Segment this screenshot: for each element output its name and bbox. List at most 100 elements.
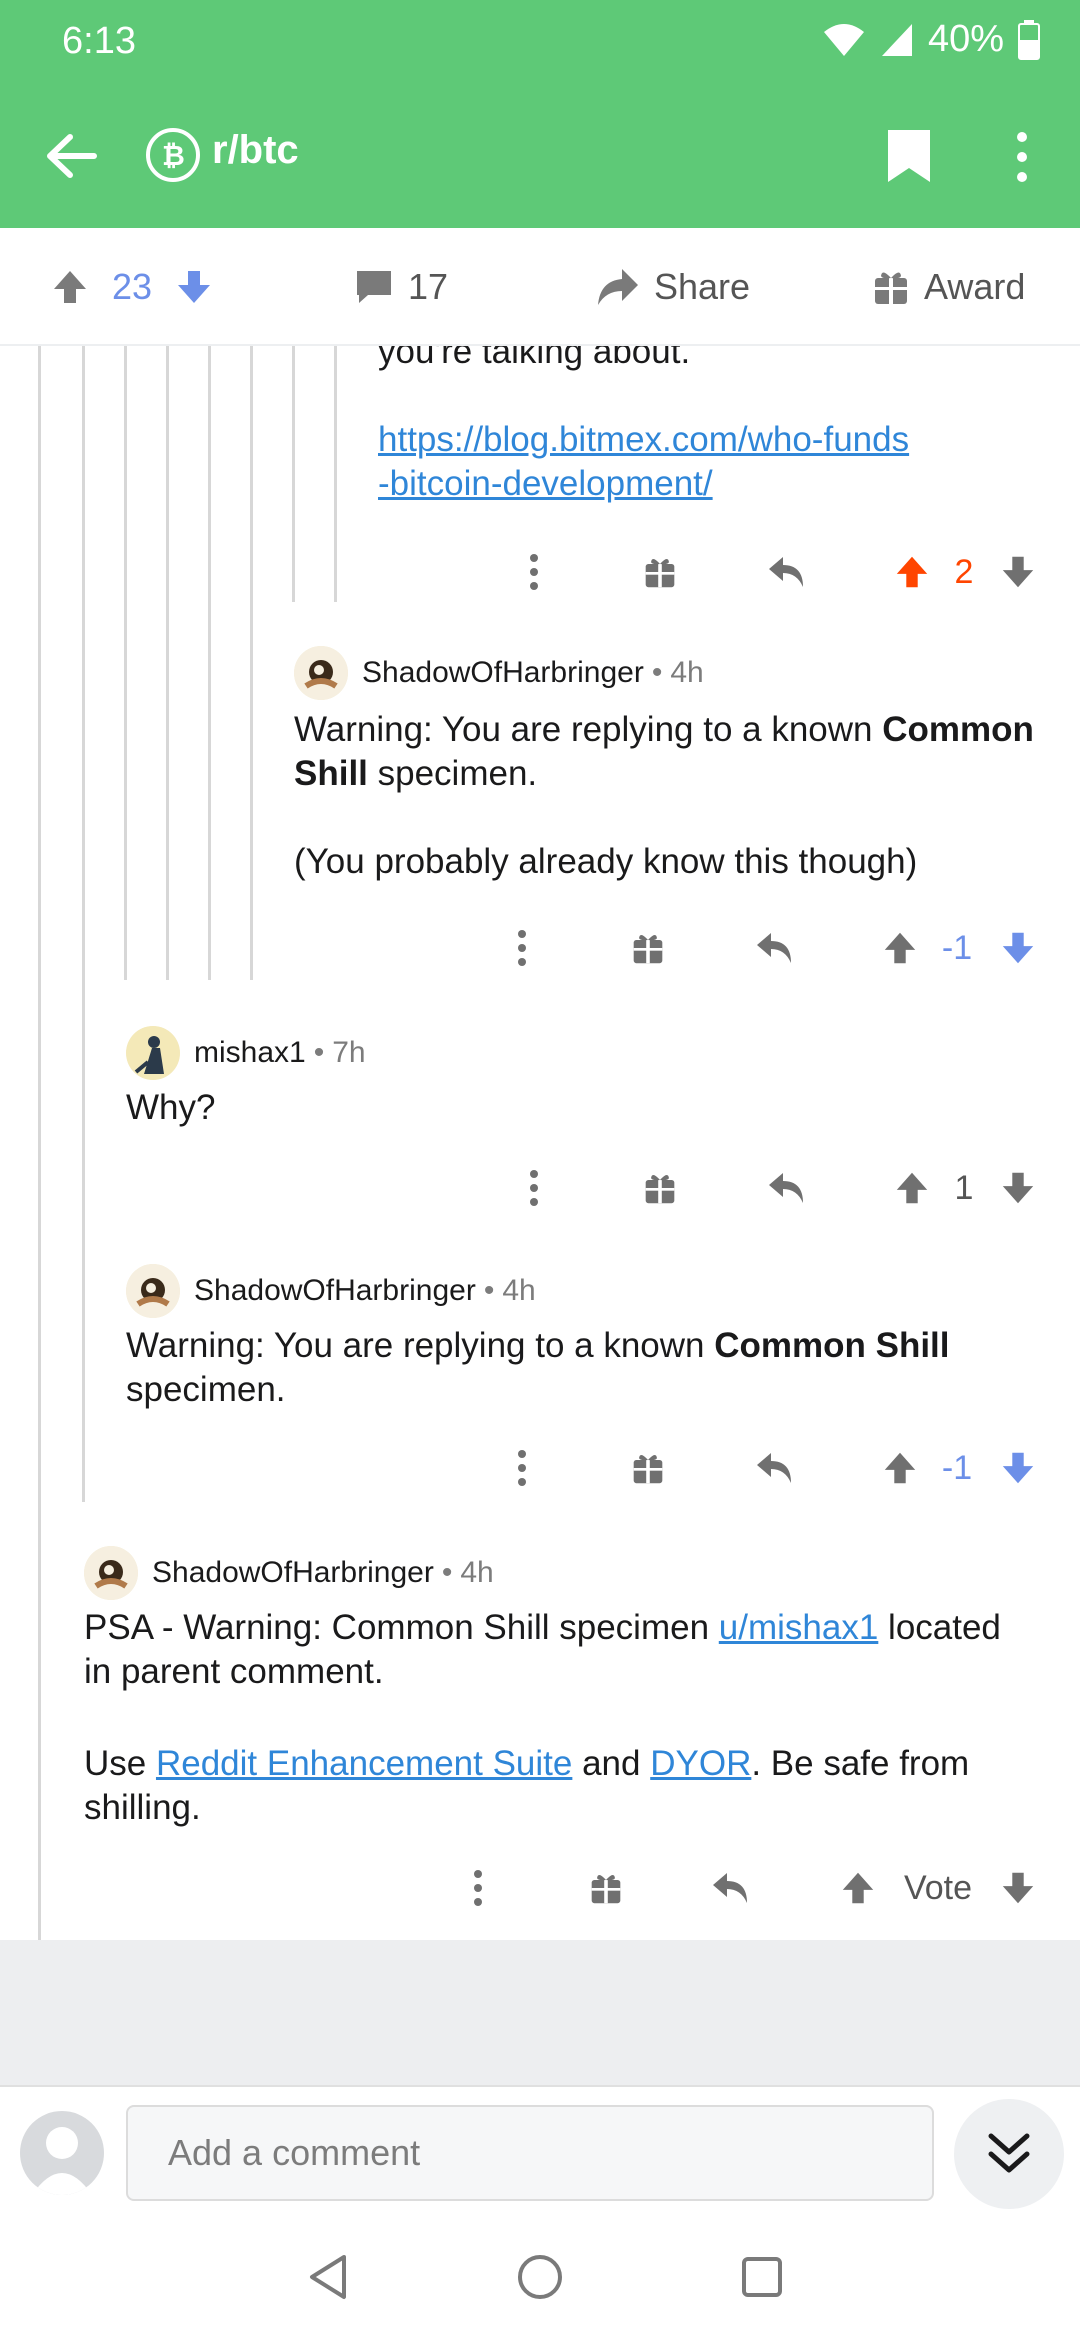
back-button[interactable] — [40, 124, 104, 188]
bookmark-icon — [888, 130, 930, 182]
thread-end-spacer — [0, 1940, 1080, 2085]
dyor-link[interactable]: DYOR — [650, 1744, 751, 1783]
comment-score: 1 — [954, 1168, 974, 1207]
comment-author[interactable]: mishax1 — [194, 1036, 306, 1070]
share-label: Share — [654, 266, 751, 307]
give-award-button[interactable] — [640, 1158, 680, 1218]
thread-line — [250, 346, 253, 980]
link-line: https://blog.bitmex.com/who-funds — [378, 420, 910, 459]
comment-text-part: . Be safe from — [751, 1744, 970, 1783]
comment-text-part: specimen. — [367, 754, 538, 793]
downvote-icon — [1002, 1452, 1034, 1484]
downvote-button[interactable] — [996, 1158, 1040, 1218]
avatar[interactable] — [84, 1546, 138, 1600]
gift-icon — [645, 558, 675, 588]
triangle-back-icon — [310, 2255, 346, 2299]
nav-recents-button[interactable] — [730, 2245, 794, 2309]
thread-line — [124, 346, 127, 980]
comment-input[interactable]: Add a comment — [126, 2105, 934, 2201]
comment-author[interactable]: ShadowOfHarbringer — [362, 656, 644, 690]
more-options-button[interactable] — [502, 1438, 542, 1498]
award-button[interactable]: Award — [872, 228, 1025, 346]
more-options-button[interactable] — [1000, 122, 1044, 192]
meta-separator: • — [441, 1556, 453, 1589]
reply-icon — [757, 933, 791, 963]
avatar-image — [126, 1264, 180, 1318]
comment-thread[interactable]: you're talking about. https://blog.bitme… — [0, 346, 1080, 1940]
downvote-icon[interactable] — [174, 267, 214, 307]
res-link[interactable]: Reddit Enhancement Suite — [156, 1744, 572, 1783]
more-options-button[interactable] — [502, 918, 542, 978]
reply-button[interactable] — [764, 542, 810, 602]
next-comment-button[interactable] — [954, 2099, 1064, 2209]
battery-percent: 40% — [927, 18, 1004, 60]
downvote-button[interactable] — [996, 1858, 1040, 1918]
reply-button[interactable] — [752, 918, 798, 978]
avatar[interactable] — [126, 1264, 180, 1318]
bookmark-button[interactable] — [880, 122, 940, 192]
subreddit-icon[interactable]: ₿ — [146, 128, 200, 182]
post-score: 23 — [112, 266, 153, 307]
avatar[interactable] — [126, 1026, 180, 1080]
comment-text-part: Warning: You are replying to a known — [294, 710, 883, 749]
comment-age: 4h — [460, 1556, 494, 1589]
status-time: 6:13 — [62, 20, 136, 62]
comment-link[interactable]: https://blog.bitmex.com/who-funds -bitco… — [378, 418, 1058, 506]
reply-button[interactable] — [708, 1858, 754, 1918]
downvote-icon — [1002, 556, 1034, 588]
share-button[interactable]: Share — [596, 228, 750, 346]
upvote-icon — [896, 556, 928, 588]
give-award-button[interactable] — [586, 1858, 626, 1918]
upvote-button[interactable] — [878, 1438, 922, 1498]
downvote-icon — [1002, 932, 1034, 964]
more-options-button[interactable] — [514, 1158, 554, 1218]
upvote-icon — [896, 1172, 928, 1204]
comment-author[interactable]: ShadowOfHarbringer — [152, 1556, 434, 1590]
upvote-icon — [842, 1872, 874, 1904]
post-comments-button[interactable]: 17 — [354, 228, 448, 346]
more-options-button[interactable] — [458, 1858, 498, 1918]
downvote-button[interactable] — [996, 1438, 1040, 1498]
comment-age: 4h — [670, 656, 704, 689]
comment-age: 7h — [332, 1036, 366, 1069]
comment-body: Why? — [126, 1086, 1026, 1130]
comment-author[interactable]: ShadowOfHarbringer — [194, 1274, 476, 1308]
comment-actions: -1 — [0, 1438, 1080, 1498]
reply-icon — [769, 1173, 803, 1203]
square-recents-icon — [742, 2257, 782, 2297]
post-action-bar: 23 17 Share Award — [0, 228, 1080, 346]
give-award-button[interactable] — [640, 542, 680, 602]
upvote-button[interactable] — [836, 1858, 880, 1918]
comment-header: ShadowOfHarbringer • 4h — [126, 1264, 536, 1318]
reply-button[interactable] — [752, 1438, 798, 1498]
downvote-icon — [1002, 1172, 1034, 1204]
comment-text: Warning: You are replying to a known Com… — [294, 708, 1074, 796]
upvote-button[interactable] — [890, 542, 934, 602]
upvote-button[interactable] — [878, 918, 922, 978]
avatar[interactable] — [294, 646, 348, 700]
upvote-icon[interactable] — [50, 267, 90, 307]
upvote-button[interactable] — [890, 1158, 934, 1218]
double-chevron-down-icon — [988, 2133, 1030, 2173]
comment-actions: -1 — [0, 918, 1080, 978]
status-icons: 40% — [822, 18, 1040, 61]
comment-text: (You probably already know this though) — [294, 842, 918, 881]
comment-text-part: located — [878, 1608, 1001, 1647]
user-avatar[interactable] — [20, 2111, 104, 2195]
subreddit-title[interactable]: r/btc — [212, 128, 299, 173]
meta-separator: • — [651, 656, 663, 689]
reply-icon — [769, 557, 803, 587]
nav-back-button[interactable] — [296, 2245, 360, 2309]
nav-home-button[interactable] — [508, 2245, 572, 2309]
downvote-button[interactable] — [996, 542, 1040, 602]
give-award-button[interactable] — [628, 918, 668, 978]
more-options-button[interactable] — [514, 542, 554, 602]
comment-body: PSA - Warning: Common Shill specimen u/m… — [84, 1606, 1064, 1830]
more-vertical-icon — [474, 1870, 482, 1906]
give-award-button[interactable] — [628, 1438, 668, 1498]
downvote-button[interactable] — [996, 918, 1040, 978]
comment-actions: 2 — [0, 542, 1080, 602]
comment-icon — [357, 271, 391, 303]
user-link[interactable]: u/mishax1 — [719, 1608, 879, 1647]
reply-button[interactable] — [764, 1158, 810, 1218]
